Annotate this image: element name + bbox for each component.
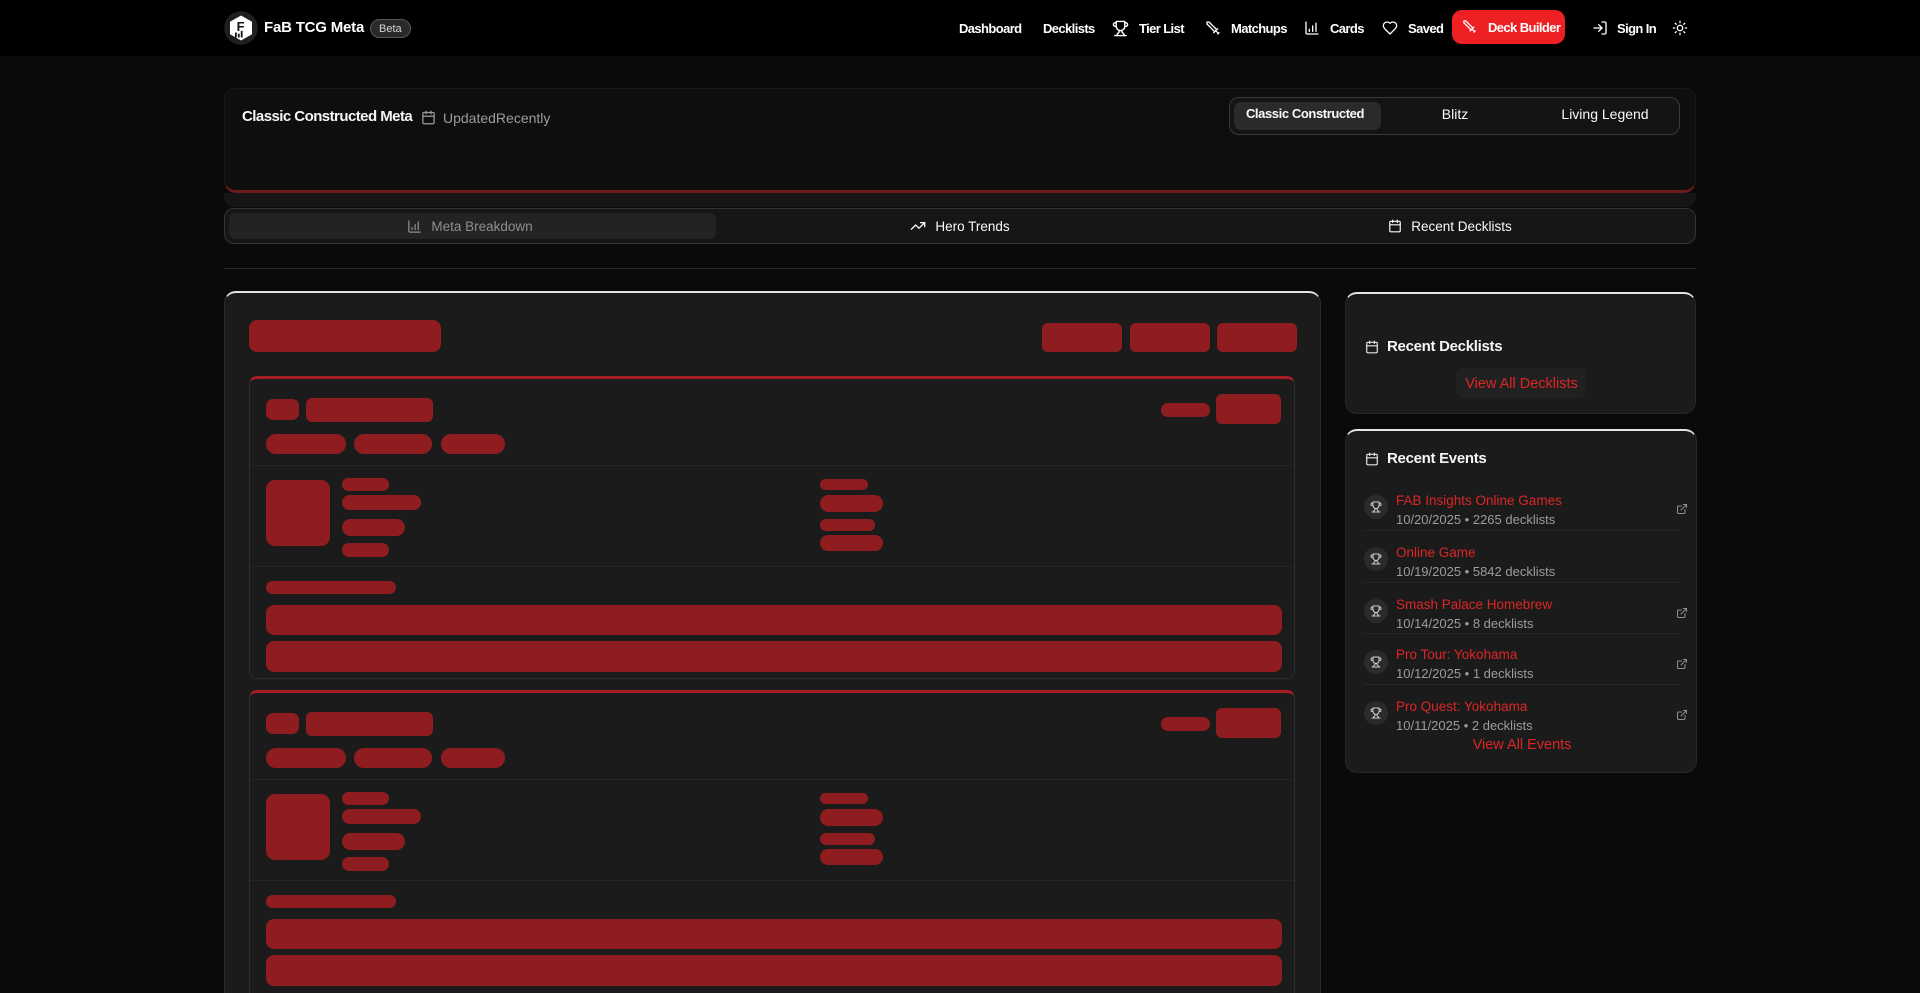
svg-text:F: F <box>237 19 245 34</box>
